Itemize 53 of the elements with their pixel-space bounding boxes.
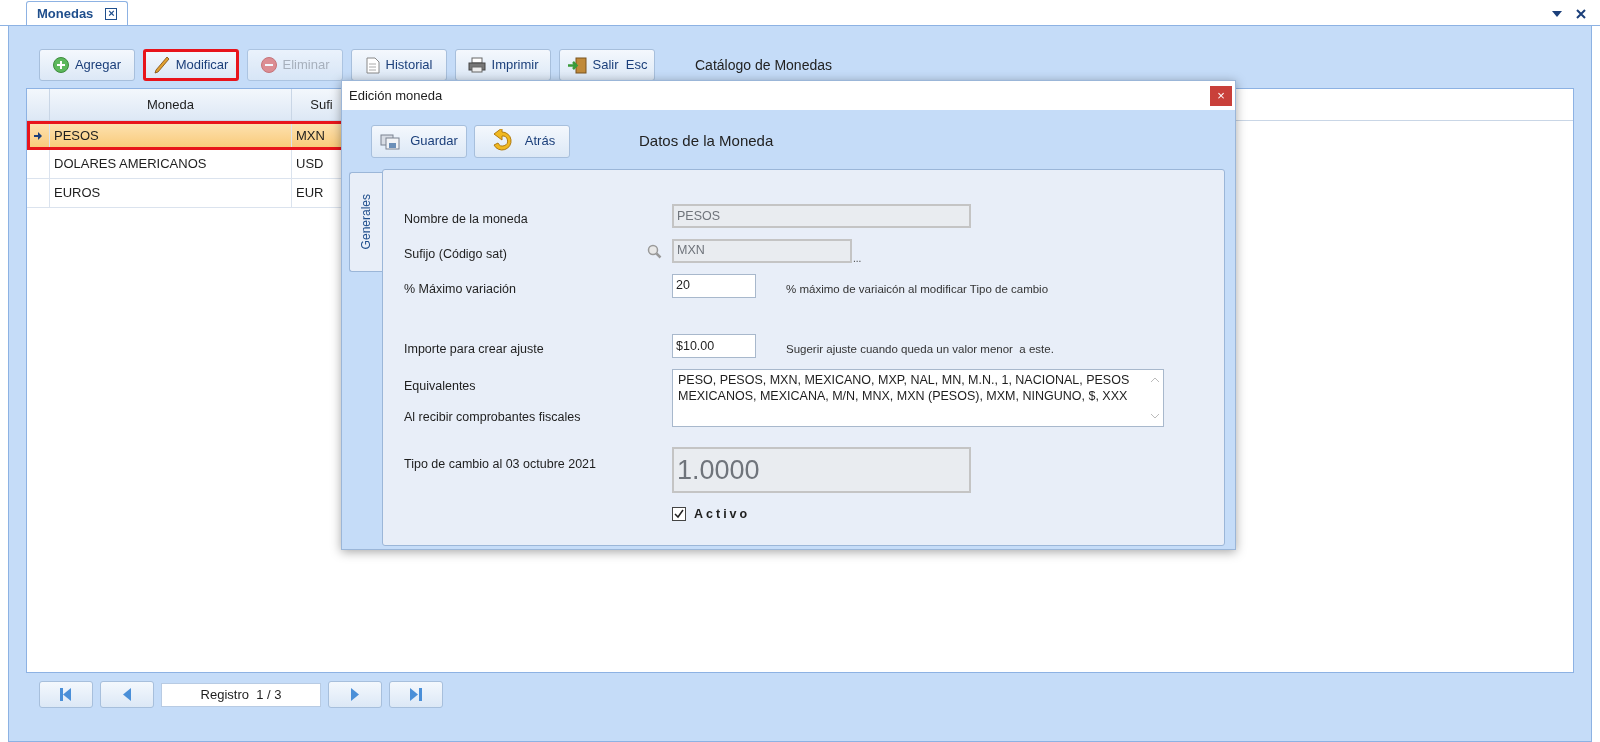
- dialog-title: Edición moneda: [349, 86, 443, 105]
- tab-close-button[interactable]: ×: [105, 7, 118, 20]
- input-field[interactable]: $10.00: [672, 334, 756, 359]
- tab-label: Monedas: [37, 4, 94, 23]
- document-tab[interactable]: Monedas ×: [26, 1, 129, 25]
- checkbox-label: Activo: [694, 506, 751, 523]
- pencil-icon: [153, 56, 170, 74]
- text-area[interactable]: PESO, PESOS, MXN, MEXICANO, MXP, NAL, MN, M.N., 1, NACIONAL, PESOS MEXICANOS, MEXICANA, M/N, MNX, MXN (PESOS), MXM, NINGUNO, $, XXX: [672, 369, 1164, 427]
- field-hint: % máximo de variaicón al modificar Tipo de cambio: [786, 281, 1049, 297]
- document-icon: [365, 56, 380, 74]
- toolbar-button[interactable]: Imprimir: [455, 49, 551, 81]
- first-icon: [60, 688, 72, 701]
- save-icon: [380, 132, 401, 150]
- field-label: Importe para crear ajuste: [404, 341, 545, 359]
- previous-icon: [123, 688, 131, 701]
- dialog-button[interactable]: Guardar: [371, 124, 467, 158]
- section-heading: Datos de la Moneda: [639, 130, 774, 151]
- check-icon: [674, 509, 684, 520]
- last-icon: [410, 688, 422, 701]
- table-cell: EUROS: [50, 179, 292, 207]
- close-icon[interactable]: [1576, 9, 1586, 19]
- side-tab[interactable]: Generales: [349, 172, 382, 272]
- next-icon: [351, 688, 359, 701]
- navigation-button[interactable]: [389, 681, 443, 708]
- dialog-button[interactable]: Atrás: [474, 124, 570, 158]
- input-field[interactable]: 20: [672, 273, 756, 298]
- current-row-icon: [34, 131, 42, 140]
- navigation-button[interactable]: [100, 681, 154, 708]
- exit-icon: [566, 56, 587, 74]
- toolbar-button[interactable]: Historial: [351, 49, 447, 81]
- field-label: Equivalentes: [404, 378, 477, 395]
- field-hint: Sugerir ajuste cuando queda un valor menor a este.: [786, 342, 1054, 358]
- toolbar-button[interactable]: Modificar: [143, 49, 239, 81]
- plus-icon: [52, 57, 69, 73]
- close-button[interactable]: ×: [1210, 85, 1232, 106]
- printer-icon: [467, 57, 486, 73]
- dropdown-icon[interactable]: [1552, 11, 1562, 17]
- toolbar-button[interactable]: Agregar: [39, 49, 135, 81]
- minus-icon: [260, 57, 277, 73]
- field-label: Nombre de la moneda: [404, 211, 529, 228]
- navigation-button[interactable]: [39, 681, 93, 708]
- catalog-title: Catálogo de Monedas: [695, 55, 832, 75]
- record-counter: Registro 1 / 3: [161, 682, 321, 707]
- field-label: Al recibir comprobantes fiscales: [404, 408, 582, 426]
- navigation-button[interactable]: [328, 681, 382, 708]
- field-label: Sufijo (Código sat): [404, 245, 508, 263]
- search-icon[interactable]: [647, 243, 662, 259]
- table-cell: DOLARES AMERICANOS: [50, 150, 292, 178]
- checkbox[interactable]: [672, 507, 686, 522]
- field-label: % Máximo variación: [404, 280, 517, 298]
- column-header[interactable]: Moneda: [50, 89, 292, 120]
- field-label: Tipo de cambio al 03 octubre 2021: [404, 456, 598, 473]
- toolbar-button[interactable]: Salir Esc: [559, 49, 655, 81]
